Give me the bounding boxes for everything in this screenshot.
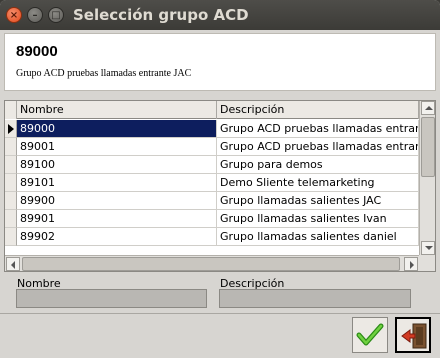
scroll-down-button[interactable] (421, 241, 435, 255)
cell-descripcion[interactable]: Grupo para demos (217, 156, 419, 174)
scroll-right-arrow-icon (410, 261, 414, 269)
minimize-window-button[interactable]: – (27, 7, 43, 23)
table-row[interactable]: 89000 Grupo ACD pruebas llamadas entrant… (5, 120, 419, 138)
exit-door-icon (401, 323, 427, 349)
selected-group-description: Grupo ACD pruebas llamadas entrante JAC (16, 68, 192, 79)
window-title: Selección grupo ACD (73, 6, 249, 24)
filter-nombre-input[interactable] (16, 289, 207, 308)
maximize-window-button[interactable]: □ (48, 7, 64, 23)
cell-descripcion[interactable]: Grupo llamadas salientes JAC (217, 192, 419, 210)
cell-nombre[interactable]: 89101 (17, 174, 217, 192)
column-header-descripcion[interactable]: Descripción (217, 101, 419, 119)
footer-separator (0, 313, 440, 314)
accept-button[interactable] (352, 317, 388, 353)
cell-nombre[interactable]: 89000 (17, 120, 217, 138)
checkmark-icon (356, 323, 384, 346)
row-header[interactable] (5, 138, 17, 156)
scroll-down-arrow-icon (425, 246, 433, 250)
groups-table: Nombre Descripción 89000 Grupo ACD prueb… (4, 100, 436, 272)
table-row[interactable]: 89101 Demo Sliente telemarketing (5, 174, 419, 192)
cell-nombre[interactable]: 89900 (17, 192, 217, 210)
current-row-arrow-icon (8, 124, 14, 134)
maximize-icon: □ (51, 10, 61, 21)
close-icon: × (9, 10, 19, 21)
cell-nombre[interactable]: 89100 (17, 156, 217, 174)
scroll-left-button[interactable] (6, 257, 20, 271)
table-row[interactable]: 89900 Grupo llamadas salientes JAC (5, 192, 419, 210)
close-window-button[interactable]: × (6, 7, 22, 23)
horizontal-scroll-thumb[interactable] (22, 257, 400, 271)
cell-nombre[interactable]: 89901 (17, 210, 217, 228)
scroll-up-button[interactable] (421, 101, 435, 115)
row-header[interactable] (5, 192, 17, 210)
table-row[interactable]: 89901 Grupo llamadas salientes Ivan (5, 210, 419, 228)
cell-nombre[interactable]: 89902 (17, 228, 217, 246)
table-row[interactable]: 89001 Grupo ACD pruebas llamadas entrant… (5, 138, 419, 156)
selected-group-panel: 89000 Grupo ACD pruebas llamadas entrant… (4, 33, 436, 91)
column-header-nombre[interactable]: Nombre (17, 101, 217, 119)
row-header[interactable] (5, 228, 17, 246)
table-body: 89000 Grupo ACD pruebas llamadas entrant… (5, 120, 419, 255)
title-bar[interactable]: × – □ Selección grupo ACD (0, 0, 440, 30)
cell-descripcion[interactable]: Demo Sliente telemarketing (217, 174, 419, 192)
scroll-left-arrow-icon (11, 261, 15, 269)
scroll-up-arrow-icon (425, 106, 433, 110)
table-row[interactable]: 89100 Grupo para demos (5, 156, 419, 174)
dialog-window: × – □ Selección grupo ACD 89000 Grupo AC… (0, 0, 440, 358)
exit-button[interactable] (395, 317, 431, 353)
cell-descripcion[interactable]: Grupo ACD pruebas llamadas entrante (217, 138, 419, 156)
table-corner (5, 101, 17, 119)
row-header[interactable] (5, 120, 17, 138)
row-header[interactable] (5, 156, 17, 174)
vertical-scrollbar[interactable] (419, 101, 435, 255)
table-row[interactable]: 89902 Grupo llamadas salientes daniel (5, 228, 419, 246)
minimize-icon: – (32, 10, 38, 21)
scroll-right-button[interactable] (404, 257, 418, 271)
horizontal-scrollbar[interactable] (5, 255, 419, 271)
cell-descripcion[interactable]: Grupo llamadas salientes Ivan (217, 210, 419, 228)
cell-descripcion[interactable]: Grupo llamadas salientes daniel (217, 228, 419, 246)
cell-descripcion[interactable]: Grupo ACD pruebas llamadas entrante (217, 120, 419, 138)
row-header[interactable] (5, 210, 17, 228)
table-header: Nombre Descripción (5, 101, 419, 119)
cell-nombre[interactable]: 89001 (17, 138, 217, 156)
row-header[interactable] (5, 174, 17, 192)
vertical-scroll-thumb[interactable] (421, 117, 435, 177)
selected-group-code: 89000 (16, 43, 58, 60)
scrollbar-corner (419, 255, 435, 271)
filter-descripcion-input[interactable] (219, 289, 411, 308)
